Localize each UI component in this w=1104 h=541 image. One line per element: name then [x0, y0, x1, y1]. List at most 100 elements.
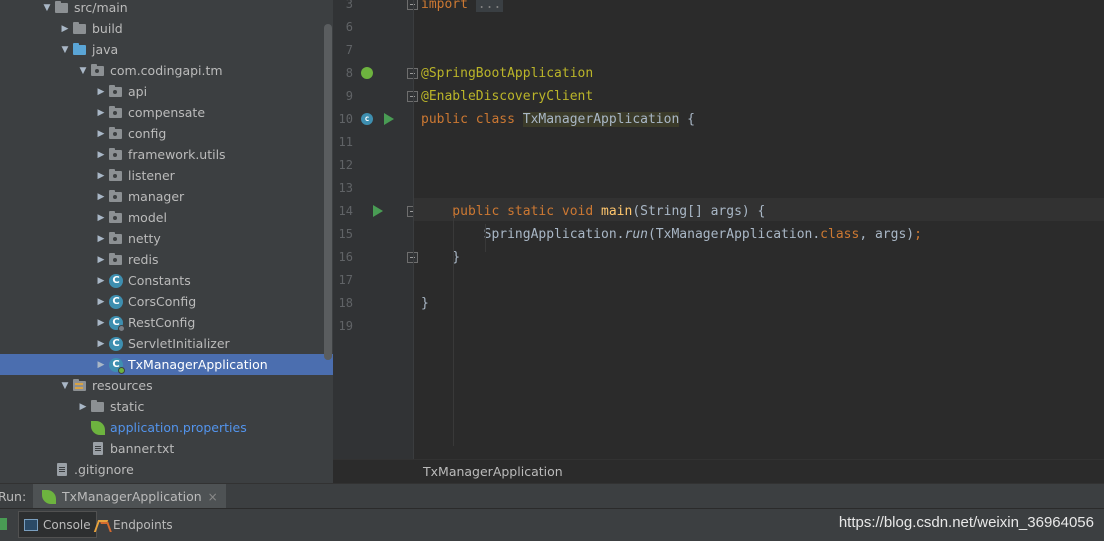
- collapse-arrow-icon[interactable]: ▼: [58, 375, 72, 396]
- expand-arrow-icon[interactable]: ▶: [94, 228, 108, 249]
- expand-arrow-icon[interactable]: ▶: [94, 186, 108, 207]
- code-token: (TxManagerApplication.: [647, 227, 821, 242]
- tree-node[interactable]: ▶.gitignore: [0, 459, 333, 480]
- tree-node[interactable]: ▶ model: [0, 207, 333, 228]
- code-line[interactable]: }: [421, 292, 429, 315]
- code-line[interactable]: @EnableDiscoveryClient: [421, 85, 593, 108]
- tree-node[interactable]: ▼ com.codingapi.tm: [0, 60, 333, 81]
- tab-console[interactable]: Console: [18, 511, 97, 538]
- code-token: import: [421, 0, 476, 12]
- tree-scrollbar[interactable]: [324, 24, 332, 360]
- package-icon: [108, 189, 124, 205]
- tree-node-label: RestConfig: [128, 315, 196, 330]
- tree-node[interactable]: ▶application.properties: [0, 417, 333, 438]
- expand-arrow-icon[interactable]: ▶: [94, 249, 108, 270]
- tree-node[interactable]: ▶ compensate: [0, 102, 333, 123]
- package-icon: [108, 105, 124, 121]
- endpoints-icon: [95, 518, 109, 532]
- expand-arrow-icon[interactable]: ▶: [94, 270, 108, 291]
- tree-node[interactable]: ▶ C RestConfig: [0, 312, 333, 333]
- tree-node[interactable]: ▼ src/main: [0, 0, 333, 18]
- editor-breadcrumb[interactable]: TxManagerApplication: [333, 459, 1104, 483]
- expand-arrow-icon[interactable]: ▶: [94, 102, 108, 123]
- tree-node[interactable]: ▶ C Constants: [0, 270, 333, 291]
- expand-arrow-icon[interactable]: ▶: [94, 123, 108, 144]
- close-tab-icon[interactable]: ×: [208, 490, 218, 504]
- code-token: (String[] args) {: [632, 204, 766, 219]
- run-config-tab[interactable]: TxManagerApplication ×: [33, 484, 226, 509]
- tree-node[interactable]: ▶ netty: [0, 228, 333, 249]
- config-class-icon: C: [108, 315, 125, 332]
- code-line[interactable]: public static void main(String[] args) {: [421, 200, 765, 223]
- tree-node[interactable]: ▶ framework.utils: [0, 144, 333, 165]
- tree-node-label: CorsConfig: [128, 294, 197, 309]
- rerun-icon[interactable]: [0, 518, 7, 530]
- run-label: Run:: [0, 489, 27, 504]
- expand-arrow-icon[interactable]: ▶: [94, 291, 108, 312]
- tree-node-label: model: [128, 210, 167, 225]
- package-icon: [108, 252, 124, 268]
- tree-node-label: config: [128, 126, 167, 141]
- tree-node[interactable]: ▼ resources: [0, 375, 333, 396]
- folder-icon: [72, 21, 88, 37]
- code-editor[interactable]: 3 6 7 8 9 10 c 11 12 13 14 15 16 17 18 19 import ... @Sp…: [333, 0, 1104, 459]
- collapse-arrow-icon[interactable]: ▼: [40, 0, 54, 18]
- expand-arrow-icon[interactable]: ▶: [94, 312, 108, 333]
- tree-node-label: netty: [128, 231, 161, 246]
- tree-node[interactable]: ▶banner.txt: [0, 438, 333, 459]
- tree-node-label: .gitignore: [74, 462, 134, 477]
- expand-arrow-icon[interactable]: ▶: [94, 354, 108, 375]
- tree-node[interactable]: ▶ api: [0, 81, 333, 102]
- run-class-icon[interactable]: [384, 113, 394, 125]
- tree-node-label: compensate: [128, 105, 206, 120]
- project-tree: ▼ src/main ▶ build ▼ java ▼ com.codingapi.tm ▶ ap…: [0, 0, 333, 485]
- expand-arrow-icon[interactable]: ▶: [58, 18, 72, 39]
- tree-node[interactable]: ▼ java: [0, 39, 333, 60]
- expand-arrow-icon[interactable]: ▶: [94, 333, 108, 354]
- tree-node[interactable]: ▶ C ServletInitializer: [0, 333, 333, 354]
- tree-node[interactable]: ▶ C CorsConfig: [0, 291, 333, 312]
- expand-arrow-icon[interactable]: ▶: [94, 144, 108, 165]
- tree-node[interactable]: ▶ config: [0, 123, 333, 144]
- code-line[interactable]: }: [421, 246, 460, 269]
- run-main-icon[interactable]: [373, 205, 383, 217]
- spring-bean-search-icon[interactable]: [361, 67, 373, 79]
- tree-node-label: listener: [128, 168, 175, 183]
- spring-class-icon[interactable]: c: [361, 113, 373, 125]
- tree-node[interactable]: ▶ manager: [0, 186, 333, 207]
- tree-node[interactable]: ▶ build: [0, 18, 333, 39]
- tree-node[interactable]: ▶ C TxManagerApplication: [0, 354, 333, 375]
- tab-endpoints[interactable]: Endpoints: [90, 511, 178, 538]
- code-line[interactable]: @SpringBootApplication: [421, 62, 593, 85]
- line-number: 15: [338, 227, 353, 241]
- expand-arrow-icon[interactable]: ▶: [94, 81, 108, 102]
- code-line[interactable]: import ...: [421, 0, 504, 16]
- code-line[interactable]: public class TxManagerApplication {: [421, 108, 695, 131]
- line-number: 9: [345, 89, 353, 103]
- code-token: main: [601, 204, 633, 219]
- line-number: 6: [345, 20, 353, 34]
- expand-arrow-icon[interactable]: ▶: [76, 396, 90, 417]
- line-number: 14: [338, 204, 353, 218]
- text-file-icon: [54, 462, 70, 478]
- tree-node-label: resources: [92, 378, 153, 393]
- package-icon: [90, 63, 106, 79]
- indent-guide: [453, 216, 454, 446]
- tree-node[interactable]: ▶ static: [0, 396, 333, 417]
- tree-node-label: redis: [128, 252, 159, 267]
- folder-icon: [90, 399, 106, 415]
- tree-node[interactable]: ▶ listener: [0, 165, 333, 186]
- collapse-arrow-icon[interactable]: ▼: [58, 39, 72, 60]
- code-token: public class: [421, 112, 523, 127]
- line-number: 8: [345, 66, 353, 80]
- collapse-arrow-icon[interactable]: ▼: [76, 60, 90, 81]
- line-number: 10: [338, 112, 353, 126]
- line-number: 19: [338, 319, 353, 333]
- breadcrumb-class[interactable]: TxManagerApplication: [423, 464, 563, 479]
- expand-arrow-icon[interactable]: ▶: [94, 165, 108, 186]
- tree-node[interactable]: ▶ redis: [0, 249, 333, 270]
- package-icon: [108, 210, 124, 226]
- run-tool-window-header: Run: TxManagerApplication ×: [0, 483, 1104, 509]
- code-line[interactable]: SpringApplication.run(TxManagerApplicati…: [421, 223, 922, 246]
- expand-arrow-icon[interactable]: ▶: [94, 207, 108, 228]
